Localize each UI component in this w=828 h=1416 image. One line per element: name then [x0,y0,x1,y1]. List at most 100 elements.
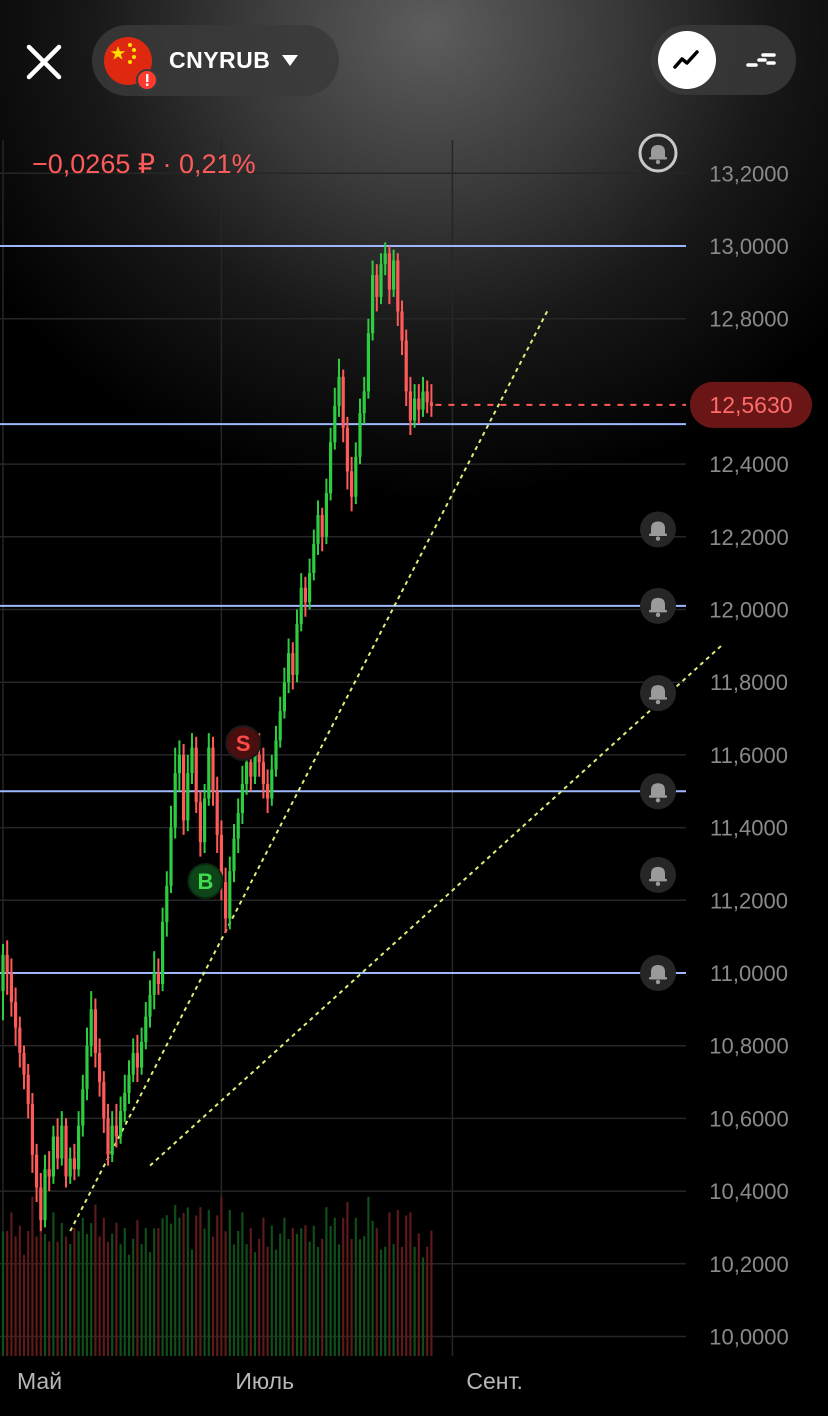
candle-body [161,922,165,984]
y-tick-label: 10,4000 [709,1179,789,1204]
bell-icon[interactable] [640,856,676,893]
warning-badge-icon [136,68,158,91]
candle-body [114,1125,118,1137]
bell-rim [649,157,667,160]
trend-line[interactable] [69,307,550,1232]
chart-mode-toggle[interactable] [651,25,796,95]
candle-body [39,1187,43,1221]
trend-line[interactable] [149,645,722,1167]
volume-bar [304,1225,307,1356]
close-button[interactable] [22,40,66,84]
bell-rim [649,609,667,613]
bell-icon[interactable] [638,133,678,173]
volume-bar [291,1228,294,1356]
volume-bar [10,1212,13,1356]
candle-body [396,260,400,312]
ticker-selector[interactable]: CNYRUB [92,25,339,96]
volume-bar [342,1218,345,1356]
bell-icon[interactable] [640,773,676,810]
buy-marker[interactable]: B [187,863,224,899]
volume-bar [48,1241,51,1356]
volume-bar [400,1247,404,1356]
volume-bar [350,1239,353,1356]
candle-body [295,624,299,675]
candle-body [228,871,232,919]
volume-bar [127,1254,131,1356]
candle-body [354,456,358,497]
y-tick-label: 10,2000 [709,1252,789,1277]
candle-body [408,391,412,421]
volume-bar [132,1238,135,1356]
volume-bar [266,1246,269,1356]
volume-bar [417,1233,420,1356]
candle-body [345,427,349,472]
candle-body [9,973,13,1003]
volume-bar [1,1231,5,1356]
bell-icon[interactable] [640,675,676,712]
volume-bar [22,1254,26,1356]
y-tick-label: 13,0000 [709,234,789,259]
candle-body [152,973,156,995]
bell-rim [649,533,667,537]
candle-body [140,1042,144,1068]
volume-bar [329,1226,332,1356]
bell-icon[interactable] [640,587,676,624]
volume-bar [52,1212,55,1356]
volume-bar [346,1202,349,1356]
volume-bar [199,1207,202,1356]
volume-bar [426,1246,429,1356]
candle-body [291,653,295,675]
volume-bar [283,1217,286,1356]
bell-body [651,783,665,797]
bell-body [651,685,665,699]
volume-bar [295,1234,299,1356]
sell-marker[interactable]: S [225,725,262,761]
volume-bar [392,1244,395,1356]
volume-bar [136,1220,139,1356]
candle-body [392,260,396,290]
volume-bar [182,1213,185,1356]
candle-body [324,493,328,537]
candle-body [22,1052,26,1075]
candle-body [64,1125,68,1177]
y-tick-label: 11,0000 [710,961,788,986]
candle-body [123,1092,127,1112]
bell-clapper [655,159,661,165]
volume-bar [413,1246,416,1356]
x-tick-label: Сент. [466,1368,522,1394]
volume-bar [337,1244,341,1356]
candle-body [127,1074,131,1093]
candle-body [282,682,286,712]
line-mode-button[interactable] [658,31,716,89]
candle-body [278,711,282,741]
x-axis-labels: Май Июль Сент. [17,1368,523,1394]
volume-bar [224,1231,227,1356]
candle-body [68,1158,72,1177]
bell-clapper [655,979,661,985]
volume-bar [85,1234,89,1356]
candle-body [131,1052,135,1075]
candle-mode-button[interactable] [732,31,790,89]
volume-bar [94,1204,97,1356]
candle-body [194,747,198,803]
candle-body [257,754,261,763]
volume-bar [388,1212,391,1356]
bell-body [651,866,665,880]
bell-icon[interactable] [640,511,676,548]
line-chart-icon [673,50,699,69]
candle-body [207,747,211,799]
volume-bar [140,1244,143,1356]
bell-icon[interactable] [640,955,676,991]
candle-body [190,747,194,774]
volume-bar [56,1241,59,1356]
volume-bar [262,1217,265,1356]
price-chart[interactable]: 12,5630 13,2000 13,0000 12,8000 12,4000 12,2… [0,0,828,1416]
candle-body [350,471,354,497]
candle-body [85,1045,89,1090]
y-tick-label: 10,6000 [709,1106,789,1131]
trend-lines[interactable] [69,307,722,1232]
volume-bar [308,1241,311,1356]
volume-bar [190,1249,194,1356]
alert-bells[interactable] [638,133,678,991]
volume-bar [14,1236,17,1356]
